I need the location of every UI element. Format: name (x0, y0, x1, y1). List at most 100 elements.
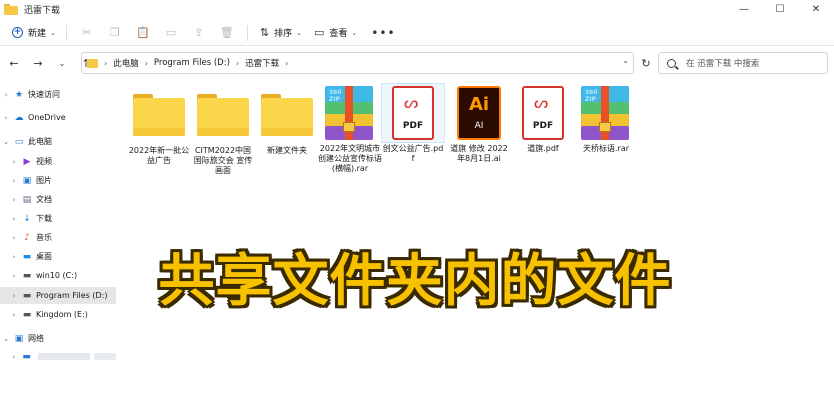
pdf-icon-text: PDF (532, 121, 554, 131)
archive-thumbnail: 360 ZIP (318, 84, 380, 142)
zip-logo-text: 360 ZIP (329, 89, 342, 103)
close-button[interactable]: ✕ (798, 0, 834, 18)
copy-icon[interactable]: ❐ (101, 23, 129, 43)
chevron-right-icon[interactable]: › (8, 292, 20, 300)
maximize-button[interactable]: ☐ (762, 0, 798, 18)
sidebar-item-drive-c[interactable]: › ▬ win10 (C:) (0, 267, 116, 284)
folder-icon (261, 94, 313, 136)
file-name: 新建文件夹 (267, 146, 307, 155)
pdf-thumbnail: ᔕ PDF (512, 84, 574, 142)
minimize-button[interactable]: — (726, 0, 762, 18)
picture-icon: ▣ (22, 175, 32, 186)
overlay-caption-text: 共享文件夹内的文件 (158, 248, 672, 314)
sidebar-item-music[interactable]: › ♪ 音乐 (0, 229, 116, 246)
divider (65, 24, 67, 41)
chevron-right-icon[interactable]: › (8, 253, 20, 261)
sidebar-item-documents[interactable]: › ▤ 文档 (0, 191, 116, 208)
forward-icon[interactable]: → (28, 53, 48, 73)
blurred-computer-name (37, 353, 91, 360)
folder-thumbnail (128, 86, 190, 144)
sidebar-item-label: 音乐 (36, 233, 52, 242)
sidebar-item-pictures[interactable]: › ▣ 图片 (0, 172, 116, 189)
sidebar-item-network-computer[interactable]: › ▬ (0, 348, 116, 365)
archive-thumbnail: 360 ZIP (574, 84, 636, 142)
file-name: 创文公益广告.pdf (382, 144, 444, 163)
chevron-right-icon[interactable]: › (8, 234, 20, 242)
file-name: CITM2022中国国际旅交会 宣传画面 (193, 146, 253, 175)
breadcrumb-this-pc[interactable]: 此电脑 (113, 57, 139, 69)
chevron-down-icon: ⌄ (351, 28, 358, 37)
chevron-right-icon[interactable]: › (8, 353, 20, 361)
new-button[interactable]: + 新建 ⌄ (8, 23, 60, 43)
sidebar-item-network[interactable]: ⌄ ▣ 网络 (0, 330, 116, 347)
chevron-right-icon: › (104, 58, 108, 68)
drive-icon: ▬ (22, 270, 32, 281)
chevron-right-icon: › (285, 58, 289, 68)
chevron-right-icon[interactable]: › (8, 158, 20, 166)
file-item[interactable]: CITM2022中国国际旅交会 宣传画面 (192, 86, 254, 176)
view-button[interactable]: ▭ 查看 ⌄ (308, 23, 363, 43)
back-icon[interactable]: ← (4, 53, 24, 73)
sidebar-item-videos[interactable]: › ▶ 视频 (0, 153, 116, 170)
pdf-thumbnail: ᔕ PDF (381, 83, 445, 143)
delete-icon[interactable]: 🗑 (213, 23, 241, 43)
sidebar-item-drive-d[interactable]: › ▬ Program Files (D:) (0, 287, 116, 304)
sidebar-item-downloads[interactable]: › ↓ 下载 (0, 210, 116, 227)
file-item[interactable]: ᔕ PDF 创文公益广告.pdf (381, 83, 445, 164)
view-icon: ▭ (314, 26, 325, 39)
file-item[interactable]: Ai AI 道旗 修改 2022年8月1日.ai (448, 84, 510, 164)
file-item[interactable]: ᔕ PDF 道旗.pdf (512, 84, 574, 154)
chevron-down-icon[interactable]: ⌄ (0, 138, 12, 146)
chevron-down-icon[interactable]: ⌄ (622, 56, 629, 65)
sidebar-item-desktop[interactable]: › ▬ 桌面 (0, 248, 116, 265)
zip-logo-text: 360 ZIP (585, 89, 598, 103)
file-item[interactable]: 360 ZIP 2022年文明城市创建公益宣传标语(横幅).rar (318, 84, 382, 174)
file-item[interactable]: 2022年新一批公益广告 (128, 86, 190, 166)
chevron-right-icon[interactable]: › (0, 114, 12, 122)
sidebar-item-onedrive[interactable]: › ☁ OneDrive (0, 109, 116, 126)
chevron-right-icon[interactable]: › (8, 272, 20, 280)
chevron-right-icon[interactable]: › (8, 215, 20, 223)
sidebar-item-drive-e[interactable]: › ▬ Kingdom (E:) (0, 306, 116, 323)
chevron-down-icon: ⌄ (50, 28, 56, 37)
folder-icon (197, 94, 249, 136)
sidebar-item-quick-access[interactable]: › ★ 快速访问 (0, 86, 116, 103)
folder-icon (87, 58, 98, 68)
paste-icon[interactable]: 📋 (129, 23, 157, 43)
sidebar-item-label: 快速访问 (28, 90, 60, 99)
pdf-icon: ᔕ PDF (522, 86, 564, 140)
navigation-bar: ← → ⌄ ↑ › 此电脑 › Program Files (D:) › 迅雷下… (0, 49, 834, 77)
search-input[interactable]: 在 迅雷下载 中搜索 (658, 52, 828, 74)
breadcrumb-xunlei[interactable]: 迅雷下载 (245, 57, 279, 69)
pdf-icon: ᔕ PDF (392, 86, 434, 140)
ai-logo-text: Ai (468, 94, 490, 115)
sort-button[interactable]: ⇅ 排序 ⌄ (254, 23, 308, 43)
sidebar-item-label: OneDrive (28, 113, 66, 122)
archive-icon: 360 ZIP (321, 86, 377, 140)
refresh-icon[interactable]: ↻ (636, 53, 656, 73)
more-button[interactable]: ••• (363, 23, 403, 43)
sidebar-item-this-pc[interactable]: ⌄ ▭ 此电脑 (0, 133, 116, 150)
sidebar-item-label: Program Files (D:) (36, 291, 108, 300)
chevron-right-icon[interactable]: › (8, 196, 20, 204)
sidebar-item-label: 文档 (36, 195, 52, 204)
pdf-icon-text: PDF (402, 121, 424, 131)
history-dropdown-icon[interactable]: ⌄ (52, 53, 72, 73)
breadcrumb-drive-d[interactable]: Program Files (D:) (154, 58, 230, 68)
address-bar[interactable]: › 此电脑 › Program Files (D:) › 迅雷下载 › ⌄ (81, 52, 634, 74)
cut-icon[interactable]: ✂ (73, 23, 101, 43)
sidebar-item-label: Kingdom (E:) (36, 310, 88, 319)
folder-thumbnail (256, 86, 318, 144)
file-item[interactable]: 新建文件夹 (256, 86, 318, 156)
sidebar-item-label: 网络 (28, 334, 44, 343)
chevron-down-icon[interactable]: ⌄ (0, 335, 12, 343)
chevron-right-icon[interactable]: › (0, 91, 12, 99)
chevron-right-icon[interactable]: › (8, 177, 20, 185)
rename-icon[interactable]: ▭ (157, 23, 185, 43)
folder-icon (4, 3, 18, 15)
divider (246, 24, 248, 41)
share-icon[interactable]: ⇪ (185, 23, 213, 43)
cloud-icon: ☁ (14, 112, 24, 123)
file-item[interactable]: 360 ZIP 天桥标语.rar (574, 84, 638, 154)
chevron-right-icon[interactable]: › (8, 311, 20, 319)
